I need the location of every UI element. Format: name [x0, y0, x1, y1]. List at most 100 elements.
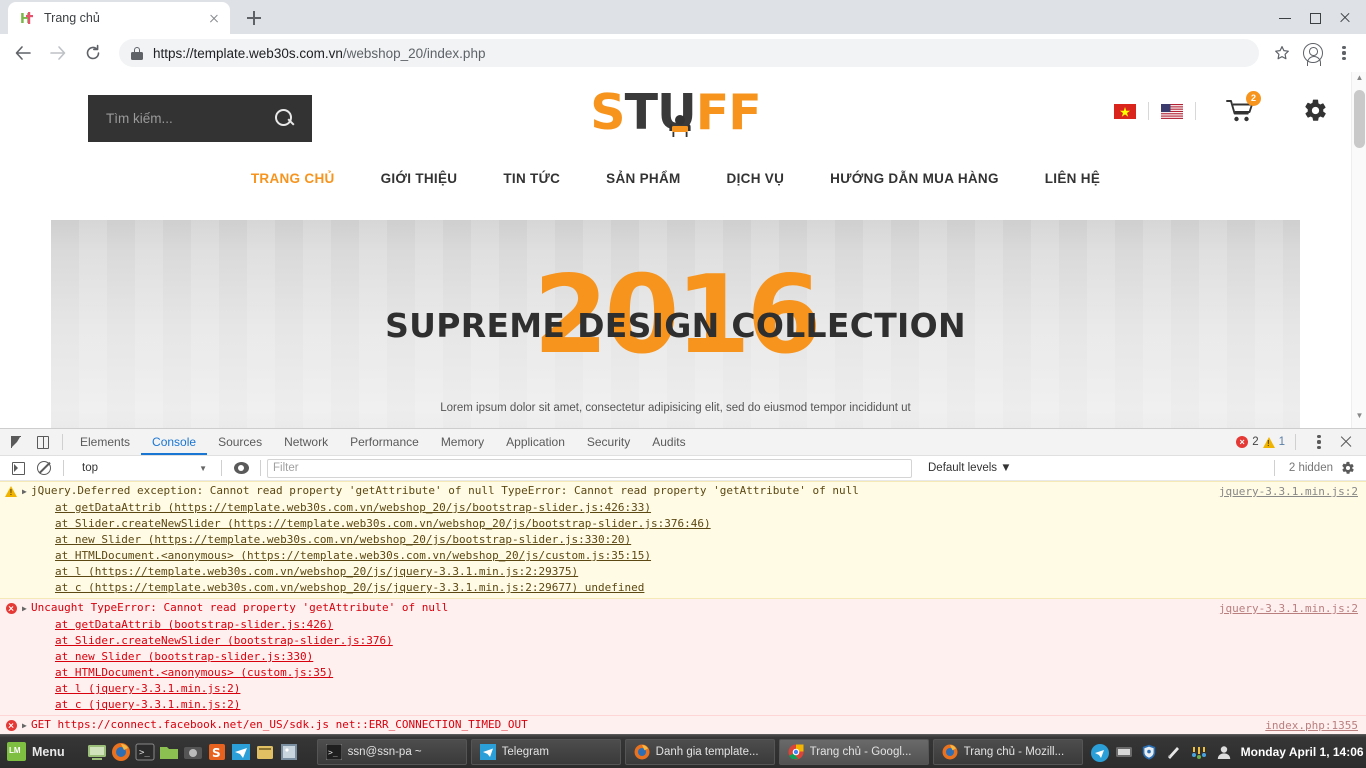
firefox-icon[interactable]	[111, 742, 131, 762]
site-settings-icon[interactable]	[1303, 98, 1328, 123]
console-toolbar: top ▼ Default levels ▼ 2 hidden	[0, 456, 1366, 481]
taskbar-window-telegram[interactable]: Telegram	[470, 738, 621, 765]
files-icon[interactable]	[159, 742, 179, 762]
live-expression-eye-icon[interactable]	[228, 457, 254, 479]
notes-icon[interactable]	[255, 742, 275, 762]
vietnam-flag-icon[interactable]	[1114, 103, 1136, 119]
tab-console[interactable]: Console	[141, 429, 208, 455]
cart-icon[interactable]: 2	[1226, 91, 1261, 124]
image-viewer-icon[interactable]	[279, 742, 299, 762]
nav-item-dich-vu[interactable]: DỊCH VỤ	[704, 171, 808, 186]
console-message-line: at c (https://template.web30s.com.vn/web…	[55, 581, 645, 594]
start-menu-button[interactable]: Menu	[2, 737, 75, 767]
logo-part-1: S	[590, 84, 625, 141]
console-message-body: ▶ GET https://connect.facebook.net/en_US/…	[22, 717, 1366, 734]
scroll-down-arrow[interactable]: ▼	[1352, 411, 1366, 427]
device-toolbar-icon[interactable]	[30, 431, 56, 453]
console-message-source[interactable]: index.php:1355	[1265, 719, 1358, 732]
tab-sources[interactable]: Sources	[207, 429, 273, 455]
address-bar[interactable]: https://template.web30s.com.vn/webshop_2…	[119, 39, 1259, 67]
console-message-source[interactable]: jquery-3.3.1.min.js:2	[1219, 485, 1358, 498]
tab-memory[interactable]: Memory	[430, 429, 495, 455]
taskbar-window-firefox[interactable]: Trang chủ - Mozill...	[932, 738, 1083, 765]
tab-network[interactable]: Network	[273, 429, 339, 455]
console-message-body: ▶ Uncaught TypeError: Cannot read propert…	[22, 600, 1366, 713]
execution-context-value: top	[82, 462, 98, 474]
error-count[interactable]: × 2	[1236, 436, 1259, 448]
network-icon[interactable]	[1191, 744, 1207, 760]
url-path: /webshop_20/index.php	[342, 45, 486, 61]
nav-item-huong-dan-mua-hang[interactable]: HƯỚNG DẪN MUA HÀNG	[807, 171, 1022, 186]
inspect-element-icon[interactable]	[4, 431, 30, 453]
expand-arrow-icon[interactable]: ▶	[22, 484, 31, 500]
expand-arrow-icon[interactable]: ▶	[22, 718, 31, 734]
console-settings-gear-icon[interactable]	[1341, 461, 1355, 475]
user-account-icon[interactable]	[1216, 744, 1232, 760]
page-scrollbar[interactable]: ▲ ▼	[1351, 72, 1366, 428]
update-manager-icon[interactable]	[1166, 744, 1182, 760]
firefox-icon	[942, 744, 958, 760]
quick-launch-bar: >_ S	[83, 742, 303, 762]
usa-flag-icon[interactable]	[1161, 103, 1183, 119]
nav-item-lien-he[interactable]: LIÊN HỆ	[1022, 171, 1123, 186]
devtools-panel: Elements Console Sources Network Perform…	[0, 428, 1366, 734]
tab-close-icon[interactable]	[206, 10, 222, 26]
window-controls	[1270, 6, 1360, 30]
back-button[interactable]	[8, 38, 38, 68]
tab-application[interactable]: Application	[495, 429, 576, 455]
console-sidebar-toggle-icon[interactable]	[5, 457, 31, 479]
bookmark-star-icon[interactable]	[1268, 39, 1296, 67]
tab-security[interactable]: Security	[576, 429, 641, 455]
browser-menu-icon[interactable]	[1330, 39, 1358, 67]
telegram-icon[interactable]	[231, 742, 251, 762]
devtools-close-icon[interactable]	[1336, 432, 1356, 452]
scrollbar-thumb[interactable]	[1354, 90, 1365, 148]
tab-performance[interactable]: Performance	[339, 429, 430, 455]
profile-avatar-icon[interactable]	[1299, 39, 1327, 67]
shield-icon[interactable]	[1141, 744, 1157, 760]
console-message-warning[interactable]: ▶jQuery.Deferred exception: Cannot read …	[0, 481, 1366, 599]
clear-console-icon[interactable]	[31, 457, 57, 479]
console-filter-input[interactable]	[267, 458, 912, 478]
devtools-menu-icon[interactable]	[1306, 431, 1332, 453]
console-message-error[interactable]: ▶ GET https://connect.facebook.net/en_US/…	[0, 716, 1366, 734]
telegram-tray-icon[interactable]	[1090, 743, 1109, 762]
console-message-source[interactable]: jquery-3.3.1.min.js:2	[1219, 602, 1358, 615]
execution-context-select[interactable]: top ▼	[70, 462, 215, 474]
divider	[63, 460, 64, 476]
window-close-button[interactable]	[1330, 6, 1360, 30]
tab-strip: H Trang chủ	[0, 0, 1366, 34]
page-viewport: Tìm kiếm... STUFF 2 TRANG CHỦ GIỚI THIỆU…	[0, 72, 1366, 428]
show-desktop-icon[interactable]	[87, 742, 107, 762]
warning-count[interactable]: 1	[1262, 436, 1285, 448]
log-levels-select[interactable]: Default levels ▼	[928, 462, 1012, 474]
taskbar-clock[interactable]: Monday April 1, 14:06	[1241, 745, 1364, 759]
new-tab-button[interactable]	[240, 4, 268, 32]
nav-item-gioi-thieu[interactable]: GIỚI THIỆU	[358, 171, 481, 186]
tab-audits[interactable]: Audits	[641, 429, 696, 455]
nav-item-trang-chu[interactable]: TRANG CHỦ	[228, 171, 358, 186]
firefox-icon	[634, 744, 650, 760]
tab-elements[interactable]: Elements	[69, 429, 141, 455]
taskbar-window-danh-gia-template[interactable]: Danh gia template...	[624, 738, 775, 765]
taskbar-window-chrome[interactable]: Trang chủ - Googl...	[778, 738, 929, 765]
nav-item-tin-tuc[interactable]: TIN TỨC	[480, 171, 583, 186]
expand-arrow-icon[interactable]: ▶	[22, 601, 31, 617]
warning-count-value: 1	[1278, 436, 1285, 448]
window-maximize-button[interactable]	[1300, 6, 1330, 30]
browser-tab[interactable]: H Trang chủ	[8, 2, 230, 34]
window-minimize-button[interactable]	[1270, 6, 1300, 30]
terminal-icon[interactable]: >_	[135, 742, 155, 762]
sublime-icon[interactable]: S	[207, 742, 227, 762]
tab-title: Trang chủ	[44, 11, 100, 25]
taskbar-window-terminal[interactable]: >_ ssn@ssn-pa ~	[316, 738, 467, 765]
console-message-error[interactable]: ▶ Uncaught TypeError: Cannot read propert…	[0, 599, 1366, 716]
reload-button[interactable]	[78, 38, 108, 68]
forward-button[interactable]	[43, 38, 73, 68]
console-output[interactable]: ▶jQuery.Deferred exception: Cannot read …	[0, 481, 1366, 734]
divider	[260, 460, 261, 476]
keyboard-layout-icon[interactable]	[1115, 744, 1132, 760]
nav-item-san-pham[interactable]: SẢN PHẨM	[583, 171, 703, 186]
scroll-up-arrow[interactable]: ▲	[1352, 73, 1366, 89]
screenshot-icon[interactable]	[183, 742, 203, 762]
